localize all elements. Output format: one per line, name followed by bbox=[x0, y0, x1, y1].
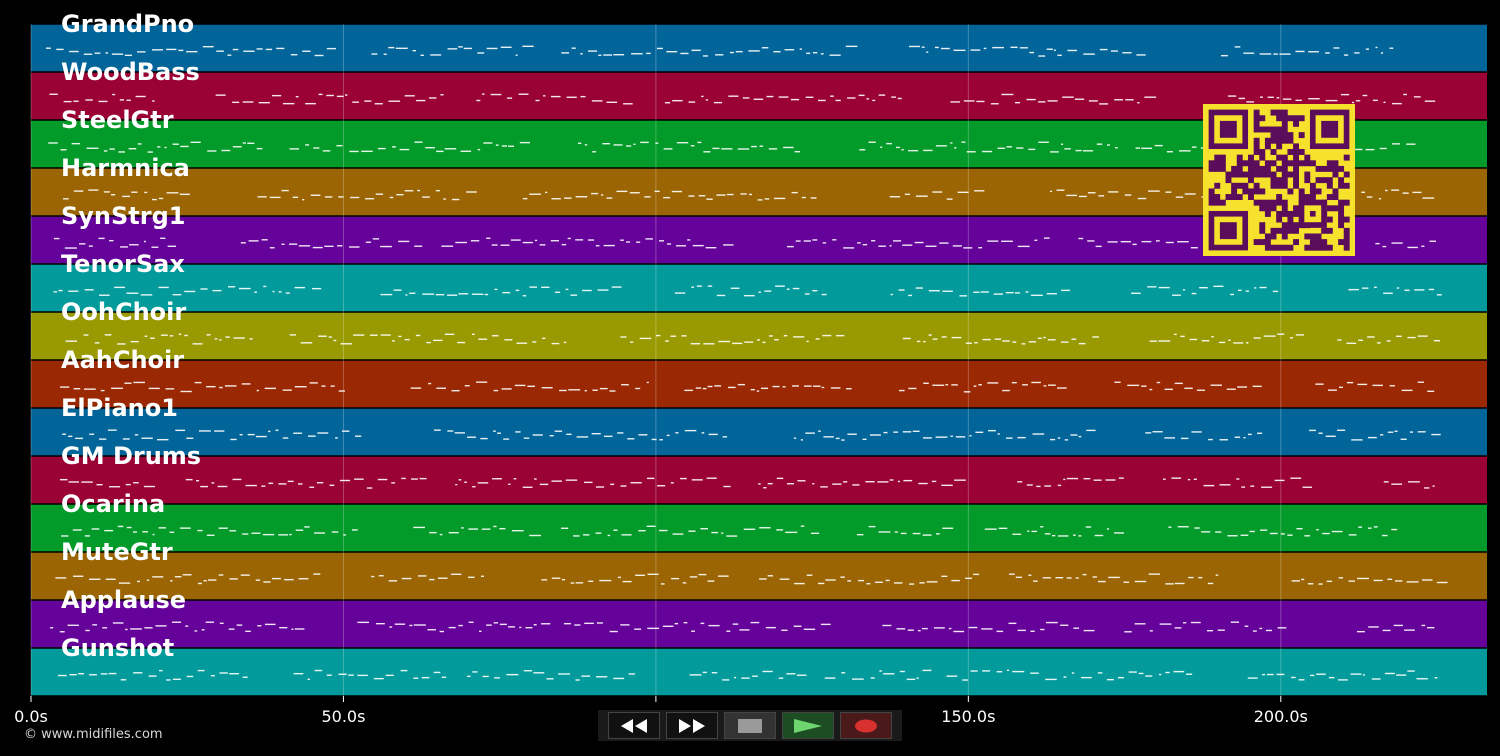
track-label: GM Drums bbox=[61, 442, 201, 470]
qr-code bbox=[1203, 104, 1355, 256]
track-band[interactable] bbox=[31, 648, 1487, 696]
rewind-button[interactable] bbox=[608, 712, 660, 739]
track-band[interactable] bbox=[31, 552, 1487, 600]
transport-controls bbox=[598, 710, 902, 741]
track-label: Gunshot bbox=[61, 634, 174, 662]
track-label: AahChoir bbox=[61, 346, 184, 374]
axis-tick-label: 200.0s bbox=[1254, 707, 1308, 726]
axis-tick-label: 0.0s bbox=[14, 707, 48, 726]
track-label: SynStrg1 bbox=[61, 202, 186, 230]
track-label: Applause bbox=[61, 586, 186, 614]
axis-tick-label: 50.0s bbox=[321, 707, 365, 726]
stop-icon bbox=[738, 718, 762, 733]
track-band[interactable] bbox=[31, 408, 1487, 456]
qr-code-image bbox=[1208, 109, 1350, 251]
play-icon bbox=[794, 718, 822, 733]
track-label: SteelGtr bbox=[61, 106, 174, 134]
track-label: WoodBass bbox=[61, 58, 200, 86]
track-band[interactable] bbox=[31, 24, 1487, 72]
track-band[interactable] bbox=[31, 456, 1487, 504]
track-label: Ocarina bbox=[61, 490, 165, 518]
track-label: ElPiano1 bbox=[61, 394, 178, 422]
play-button[interactable] bbox=[782, 712, 834, 739]
record-button[interactable] bbox=[840, 712, 892, 739]
track-label: OohChoir bbox=[61, 298, 186, 326]
track-label: GrandPno bbox=[61, 10, 194, 38]
rewind-icon bbox=[621, 718, 647, 733]
track-band[interactable] bbox=[31, 504, 1487, 552]
record-icon bbox=[855, 719, 877, 732]
axis-tick-label: 150.0s bbox=[941, 707, 995, 726]
track-label: TenorSax bbox=[61, 250, 185, 278]
track-label: MuteGtr bbox=[61, 538, 173, 566]
track-band[interactable] bbox=[31, 600, 1487, 648]
track-label: Harmnica bbox=[61, 154, 190, 182]
fast-forward-icon bbox=[679, 718, 705, 733]
copyright-text: © www.midifiles.com bbox=[24, 727, 163, 742]
fast-forward-button[interactable] bbox=[666, 712, 718, 739]
stop-button[interactable] bbox=[724, 712, 776, 739]
